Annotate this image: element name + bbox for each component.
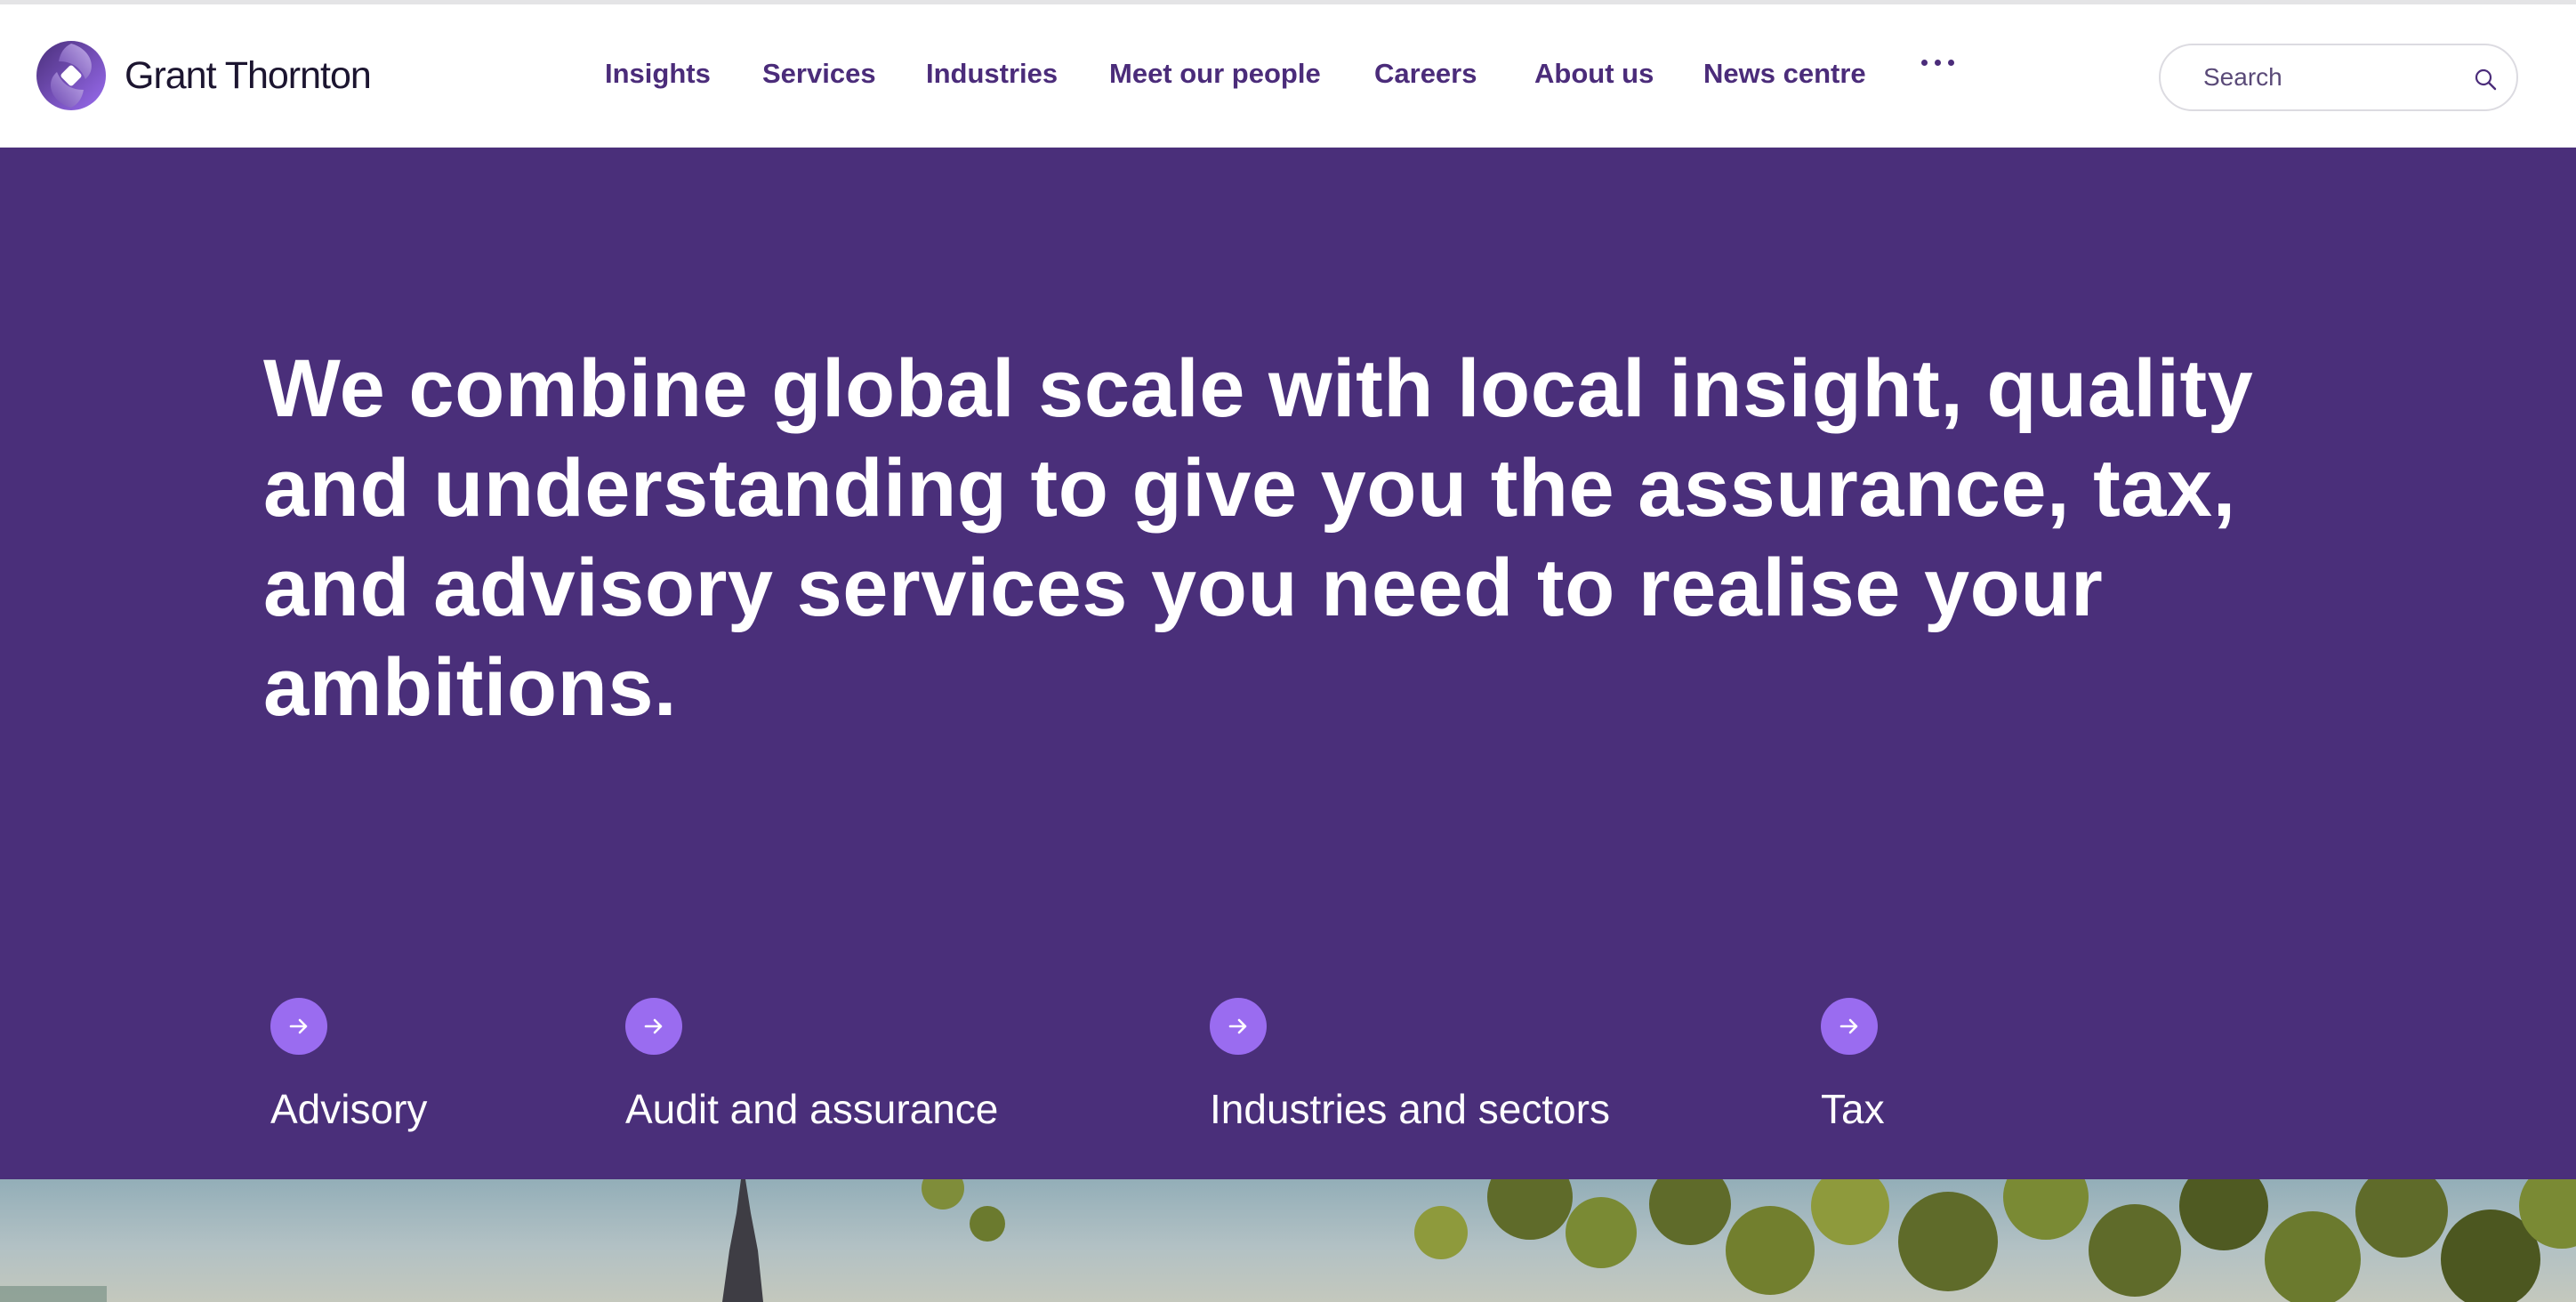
- nav-item-insights[interactable]: Insights: [605, 58, 711, 90]
- service-link-advisory[interactable]: Advisory: [263, 998, 427, 1132]
- nav-item-services[interactable]: Services: [762, 58, 876, 90]
- nav-item-meet-our-people[interactable]: Meet our people: [1109, 58, 1321, 90]
- service-link-audit-and-assurance[interactable]: Audit and assurance: [618, 998, 998, 1132]
- nav-item-careers[interactable]: Careers: [1374, 58, 1477, 90]
- ellipsis-dot: [1921, 60, 1928, 66]
- distant-hills: [0, 1286, 107, 1302]
- hero-photo: [0, 1179, 2576, 1302]
- logo-mark-icon: [36, 41, 106, 110]
- brand-name: Grant Thornton: [125, 53, 372, 97]
- hero-section: We combine global scale with local insig…: [0, 148, 2576, 1179]
- ellipsis-dot: [1935, 60, 1941, 66]
- search-input[interactable]: [2203, 61, 2461, 93]
- church-spire: [722, 1179, 763, 1302]
- service-link-label[interactable]: Advisory: [270, 1085, 427, 1133]
- arrow-right-icon[interactable]: [270, 998, 327, 1055]
- service-link-label[interactable]: Audit and assurance: [625, 1085, 998, 1133]
- grant-thornton-logo[interactable]: Grant Thornton: [36, 40, 372, 111]
- site-header: Grant Thornton Insights Services Industr…: [0, 4, 2576, 148]
- ellipsis-icon[interactable]: [1921, 60, 1954, 66]
- photo-scene: [0, 1179, 2576, 1302]
- nav-item-about-us[interactable]: About us: [1534, 58, 1654, 90]
- arrow-right-icon[interactable]: [625, 998, 682, 1055]
- ellipsis-dot: [1948, 60, 1954, 66]
- nav-item-news-centre[interactable]: News centre: [1703, 58, 1866, 90]
- search-icon[interactable]: [2473, 67, 2498, 92]
- tree-foliage: [922, 1179, 2576, 1302]
- service-link-label[interactable]: Industries and sectors: [1210, 1085, 1610, 1133]
- search-box: [2159, 44, 2518, 111]
- arrow-right-icon[interactable]: [1210, 998, 1267, 1055]
- service-link-tax[interactable]: Tax: [1814, 998, 1885, 1132]
- service-link-industries-and-sectors[interactable]: Industries and sectors: [1203, 998, 1610, 1132]
- nav-item-industries[interactable]: Industries: [926, 58, 1058, 90]
- hero-headline: We combine global scale with local insig…: [263, 343, 2254, 733]
- arrow-right-icon[interactable]: [1821, 998, 1878, 1055]
- service-link-label[interactable]: Tax: [1821, 1085, 1885, 1133]
